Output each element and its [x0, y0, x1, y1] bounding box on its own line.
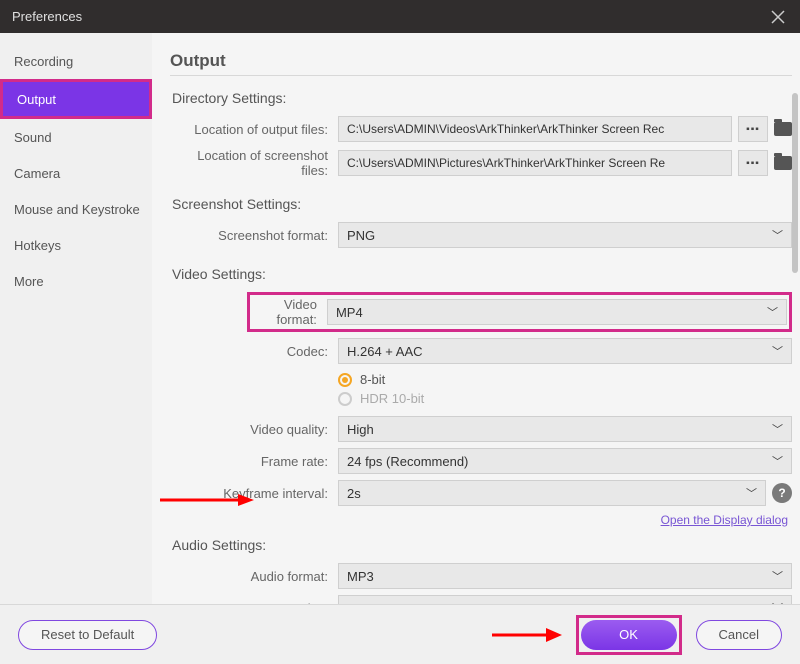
chevron-down-icon: ﹀ [772, 421, 783, 437]
page-title: Output [170, 51, 792, 71]
video-format-dropdown[interactable]: MP4 ﹀ [327, 299, 787, 325]
radio-label: HDR 10-bit [360, 391, 424, 406]
sidebar-item-more[interactable]: More [0, 263, 152, 299]
chevron-down-icon: ﹀ [772, 568, 783, 584]
chevron-down-icon: ﹀ [772, 343, 783, 359]
screenshot-format-dropdown[interactable]: PNG ﹀ [338, 222, 792, 248]
chevron-down-icon: ﹀ [772, 600, 783, 604]
row-output-location: Location of output files: C:\Users\ADMIN… [170, 116, 792, 142]
section-heading-directory: Directory Settings: [170, 90, 792, 106]
label-keyframe-interval: Keyframe interval: [170, 486, 338, 501]
main-panel: Output Directory Settings: Location of o… [152, 33, 800, 604]
row-screenshot-format: Screenshot format: PNG ﹀ [170, 222, 792, 248]
sidebar-item-mouse-keystroke[interactable]: Mouse and Keystroke [0, 191, 152, 227]
label-screenshot-location: Location of screenshot files: [170, 148, 338, 178]
browse-screenshot-button[interactable]: ▪▪▪ [738, 150, 768, 176]
sidebar-item-label: Mouse and Keystroke [14, 202, 140, 217]
radio-hdr10bit[interactable]: HDR 10-bit [338, 391, 424, 406]
label-audio-codec: Codec: [170, 601, 338, 605]
chevron-down-icon: ﹀ [772, 453, 783, 469]
annotation-arrow-icon [492, 628, 562, 642]
video-quality-dropdown[interactable]: High ﹀ [338, 416, 792, 442]
close-icon [771, 10, 785, 24]
video-codec-dropdown[interactable]: H.264 + AAC ﹀ [338, 338, 792, 364]
section-heading-audio: Audio Settings: [170, 537, 792, 553]
cancel-button[interactable]: Cancel [696, 620, 782, 650]
label-output-location: Location of output files: [170, 122, 338, 137]
radio-dot-selected-icon [338, 373, 352, 387]
titlebar: Preferences [0, 0, 800, 33]
section-heading-video: Video Settings: [170, 266, 792, 282]
section-heading-screenshot: Screenshot Settings: [170, 196, 792, 212]
row-frame-rate: Frame rate: 24 fps (Recommend) ﹀ [170, 448, 792, 474]
label-screenshot-format: Screenshot format: [170, 228, 338, 243]
label-video-quality: Video quality: [170, 422, 338, 437]
dropdown-value: MP4 [336, 305, 363, 320]
audio-codec-dropdown[interactable]: MP3 ﹀ [338, 595, 792, 604]
display-dialog-link-row: Open the Display dialog [170, 512, 788, 527]
row-audio-format: Audio format: MP3 ﹀ [170, 563, 792, 589]
open-display-dialog-link[interactable]: Open the Display dialog [661, 513, 788, 527]
row-bit-depth: 8-bit HDR 10-bit [170, 370, 792, 410]
close-button[interactable] [768, 7, 788, 27]
sidebar-item-recording[interactable]: Recording [0, 43, 152, 79]
frame-rate-dropdown[interactable]: 24 fps (Recommend) ﹀ [338, 448, 792, 474]
sidebar-item-output[interactable]: Output [0, 79, 152, 119]
dropdown-value: High [347, 422, 374, 437]
video-format-highlight: Video format: MP4 ﹀ [247, 292, 792, 332]
radio-8bit[interactable]: 8-bit [338, 372, 424, 387]
chevron-down-icon: ﹀ [767, 304, 778, 320]
sidebar-item-sound[interactable]: Sound [0, 119, 152, 155]
reset-to-default-button[interactable]: Reset to Default [18, 620, 157, 650]
scrollbar[interactable] [792, 93, 798, 273]
ok-button-highlight: OK [576, 615, 682, 655]
dropdown-value: MP3 [347, 601, 374, 605]
keyframe-interval-dropdown[interactable]: 2s ﹀ [338, 480, 766, 506]
dropdown-value: 24 fps (Recommend) [347, 454, 468, 469]
footer: Reset to Default OK Cancel [0, 604, 800, 664]
row-audio-codec: Codec: MP3 ﹀ [170, 595, 792, 604]
radio-dot-icon [338, 392, 352, 406]
sidebar-item-hotkeys[interactable]: Hotkeys [0, 227, 152, 263]
ok-button[interactable]: OK [581, 620, 677, 650]
row-screenshot-location: Location of screenshot files: C:\Users\A… [170, 148, 792, 178]
chevron-down-icon: ﹀ [746, 485, 757, 501]
sidebar-item-label: Output [17, 92, 56, 107]
label-frame-rate: Frame rate: [170, 454, 338, 469]
dropdown-value: H.264 + AAC [347, 344, 423, 359]
dropdown-value: MP3 [347, 569, 374, 584]
folder-open-output-icon[interactable] [774, 122, 792, 136]
sidebar-item-label: Sound [14, 130, 52, 145]
screenshot-path-field[interactable]: C:\Users\ADMIN\Pictures\ArkThinker\ArkTh… [338, 150, 732, 176]
sidebar-item-label: More [14, 274, 44, 289]
dropdown-value: 2s [347, 486, 361, 501]
divider [170, 75, 792, 76]
row-video-format: Video format: MP4 ﹀ [170, 292, 792, 332]
help-icon[interactable]: ? [772, 483, 792, 503]
chevron-down-icon: ﹀ [772, 227, 783, 243]
sidebar-item-label: Recording [14, 54, 73, 69]
sidebar-item-label: Hotkeys [14, 238, 61, 253]
row-keyframe-interval: Keyframe interval: 2s ﹀ ? [170, 480, 792, 506]
sidebar: Recording Output Sound Camera Mouse and … [0, 33, 152, 604]
label-video-format: Video format: [252, 297, 327, 327]
browse-output-button[interactable]: ▪▪▪ [738, 116, 768, 142]
row-video-codec: Codec: H.264 + AAC ﹀ [170, 338, 792, 364]
output-path-field[interactable]: C:\Users\ADMIN\Videos\ArkThinker\ArkThin… [338, 116, 732, 142]
dropdown-value: PNG [347, 228, 375, 243]
sidebar-item-camera[interactable]: Camera [0, 155, 152, 191]
label-video-codec: Codec: [170, 344, 338, 359]
row-video-quality: Video quality: High ﹀ [170, 416, 792, 442]
radio-label: 8-bit [360, 372, 385, 387]
window-title: Preferences [12, 9, 82, 24]
sidebar-item-label: Camera [14, 166, 60, 181]
audio-format-dropdown[interactable]: MP3 ﹀ [338, 563, 792, 589]
label-audio-format: Audio format: [170, 569, 338, 584]
folder-open-screenshot-icon[interactable] [774, 156, 792, 170]
